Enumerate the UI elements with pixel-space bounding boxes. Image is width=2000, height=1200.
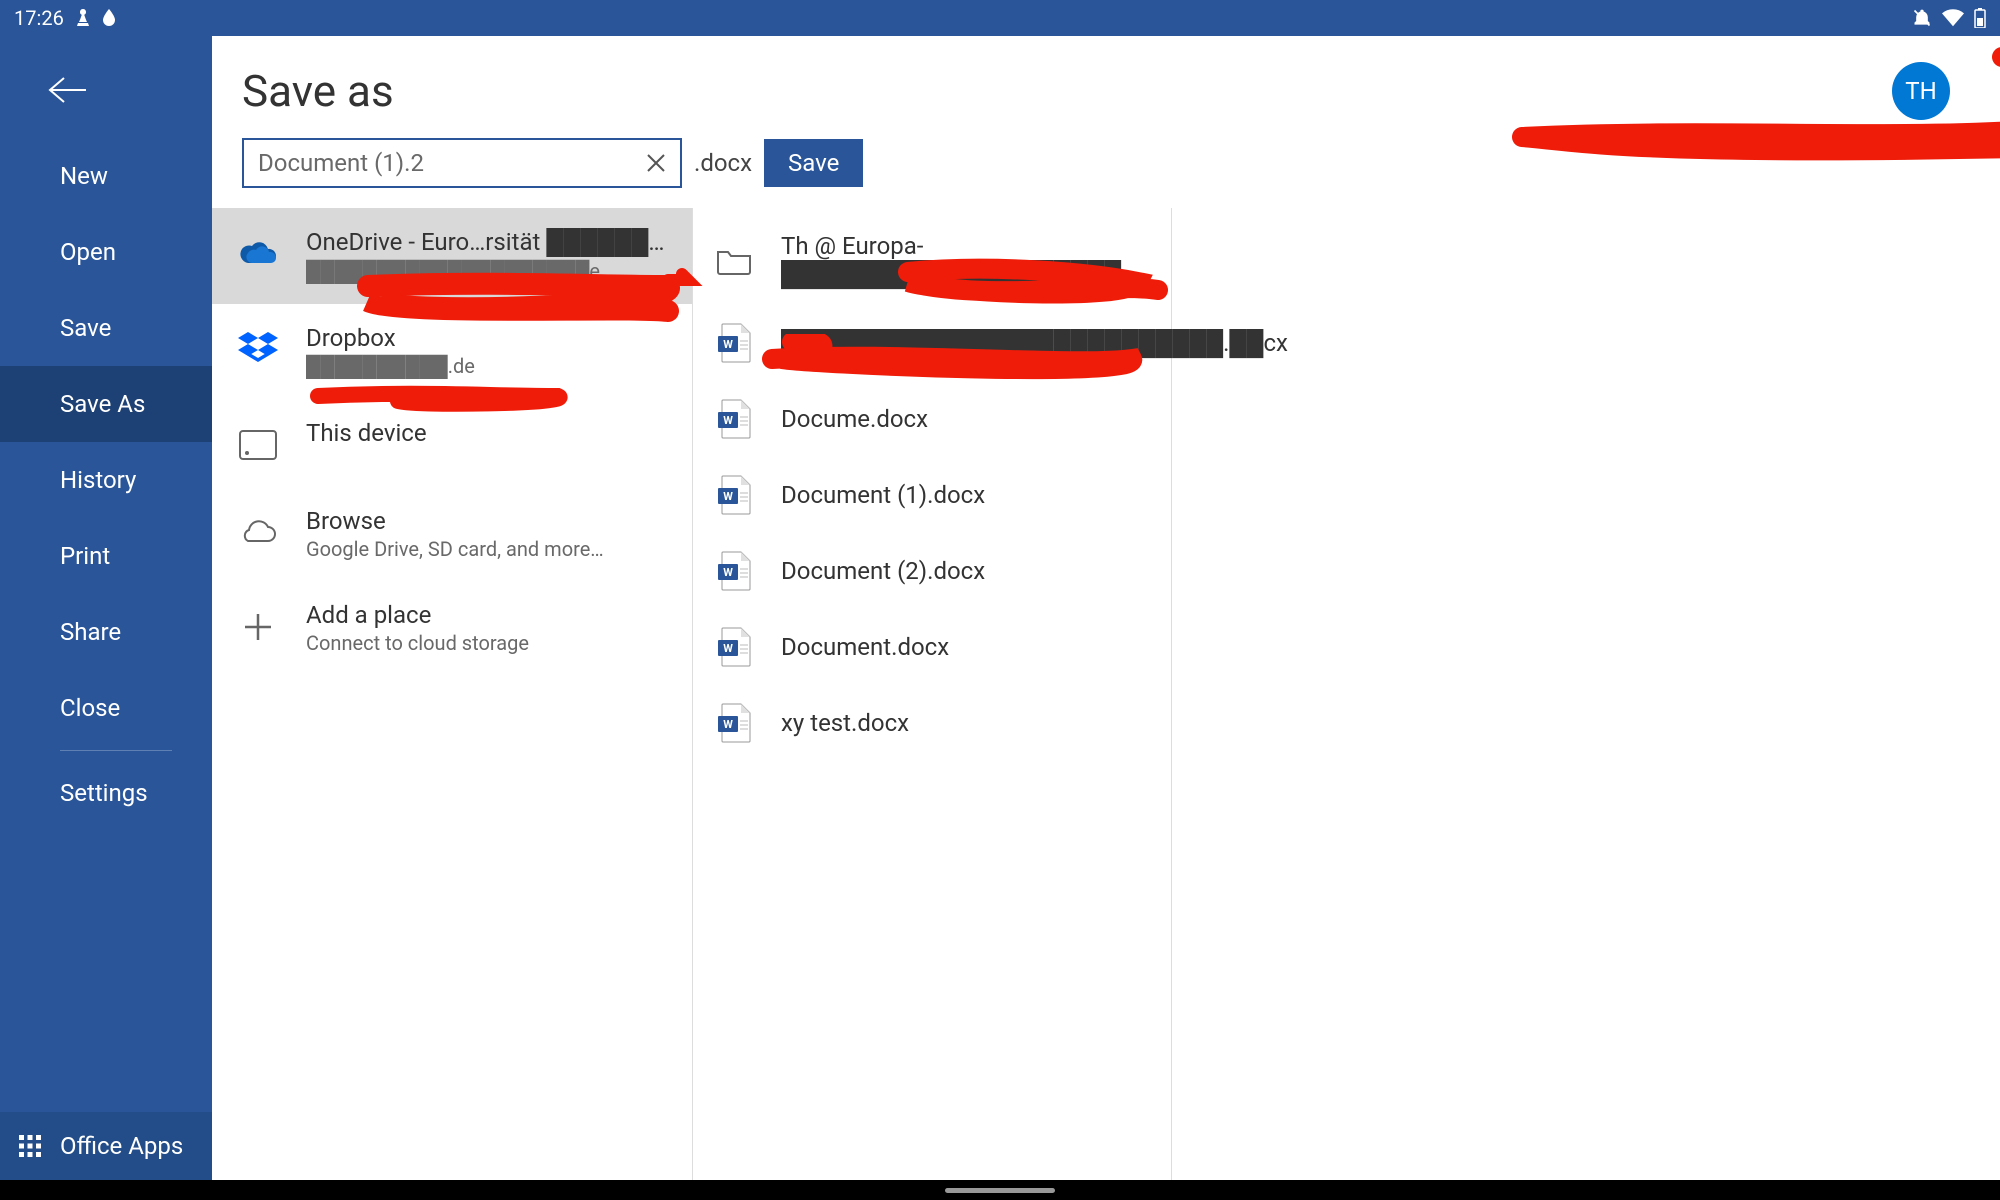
file-name: ██████████████████████████.██cx — [781, 329, 1288, 358]
file-item[interactable]: W Docume.docx — [693, 381, 1171, 457]
filename-field-wrapper — [242, 138, 682, 188]
sidebar-item-history[interactable]: History — [0, 442, 212, 518]
onedrive-icon — [236, 232, 280, 276]
sidebar-item-close[interactable]: Close — [0, 670, 212, 746]
save-locations-column: OneDrive - Euro…rsität ████████g████████… — [212, 208, 692, 1180]
location-onedrive[interactable]: OneDrive - Euro…rsität ████████g████████… — [212, 208, 692, 304]
dropbox-icon — [236, 328, 280, 372]
clock: 17:26 — [14, 6, 64, 30]
avatar-initials: TH — [1905, 77, 1936, 105]
drop-icon — [102, 9, 116, 27]
svg-text:W: W — [723, 490, 733, 503]
plus-icon — [236, 605, 280, 649]
location-plus[interactable]: Add a placeConnect to cloud storage — [212, 581, 692, 675]
file-item[interactable]: Wxy test.docx — [693, 685, 1171, 761]
word-file-icon: W — [715, 321, 753, 365]
file-list-column: Th @ Europa-████████████████████ W███████… — [692, 208, 1172, 1180]
cloud-icon — [236, 511, 280, 555]
svg-text:W: W — [723, 414, 733, 427]
android-nav-bar — [0, 1180, 2000, 1200]
location-device[interactable]: This device — [212, 399, 692, 487]
word-file-icon: W — [715, 549, 753, 593]
location-title: Add a place — [306, 601, 529, 629]
folder-icon — [715, 239, 753, 283]
sidebar-item-settings[interactable]: Settings — [0, 755, 212, 831]
location-subtitle: ████████████████████e — [306, 259, 668, 284]
location-title: OneDrive - Euro…rsität ████████g — [306, 228, 668, 257]
location-cloud[interactable]: BrowseGoogle Drive, SD card, and more… — [212, 487, 692, 581]
file-item[interactable]: W Document (1).docx — [693, 457, 1171, 533]
file-name: Th @ Europa-████████████████████ — [781, 232, 1149, 289]
word-file-icon: W — [715, 701, 753, 745]
location-dropbox[interactable]: Dropbox██████████.de — [212, 304, 692, 399]
file-name: Document (2).docx — [781, 557, 985, 585]
location-subtitle: Connect to cloud storage — [306, 631, 529, 655]
close-icon — [644, 151, 668, 175]
back-button[interactable] — [0, 56, 212, 138]
file-extension-label[interactable]: .docx — [694, 149, 752, 177]
sidebar-item-share[interactable]: Share — [0, 594, 212, 670]
word-file-icon: W — [715, 473, 753, 517]
svg-text:W: W — [723, 566, 733, 579]
file-name: Document (1).docx — [781, 481, 985, 509]
svg-text:W: W — [723, 642, 733, 655]
sidebar-item-open[interactable]: Open — [0, 214, 212, 290]
location-subtitle: ██████████.de — [306, 354, 475, 379]
sidebar-item-save[interactable]: Save — [0, 290, 212, 366]
wifi-icon — [1942, 9, 1964, 27]
file-menu-sidebar: NewOpenSaveSave AsHistoryPrintShareClose… — [0, 36, 212, 1180]
office-apps-label: Office Apps — [60, 1132, 183, 1160]
home-indicator[interactable] — [945, 1188, 1055, 1193]
file-item[interactable]: W Document (2).docx — [693, 533, 1171, 609]
file-item[interactable]: W Document.docx — [693, 609, 1171, 685]
back-arrow-icon — [48, 76, 88, 104]
apps-grid-icon — [18, 1134, 42, 1158]
save-button[interactable]: Save — [764, 139, 863, 187]
file-item[interactable]: W██████████████████████████.██cx — [693, 305, 1171, 381]
android-status-bar: 17:26 — [0, 0, 2000, 36]
location-title: Dropbox — [306, 324, 475, 352]
location-subtitle: Google Drive, SD card, and more… — [306, 537, 604, 561]
location-title: Browse — [306, 507, 604, 535]
page-title: Save as — [242, 65, 394, 117]
account-avatar[interactable]: TH — [1892, 62, 1950, 120]
word-file-icon: W — [715, 397, 753, 441]
battery-icon — [1974, 8, 1986, 28]
device-icon — [236, 423, 280, 467]
sidebar-item-save-as[interactable]: Save As — [0, 366, 212, 442]
file-name: xy test.docx — [781, 709, 909, 737]
sidebar-item-print[interactable]: Print — [0, 518, 212, 594]
folder-item[interactable]: Th @ Europa-████████████████████ — [693, 216, 1171, 305]
svg-text:W: W — [723, 718, 733, 731]
location-title: This device — [306, 419, 427, 447]
sidebar-item-new[interactable]: New — [0, 138, 212, 214]
chess-piece-icon — [76, 9, 90, 27]
sidebar-separator — [60, 750, 172, 751]
word-file-icon: W — [715, 625, 753, 669]
svg-text:W: W — [723, 338, 733, 351]
clear-filename-button[interactable] — [632, 139, 680, 187]
file-name: Document.docx — [781, 633, 949, 661]
filename-input[interactable] — [244, 149, 632, 177]
notifications-off-icon — [1912, 8, 1932, 28]
office-apps-button[interactable]: Office Apps — [0, 1112, 212, 1180]
file-name: Docume.docx — [781, 405, 928, 433]
